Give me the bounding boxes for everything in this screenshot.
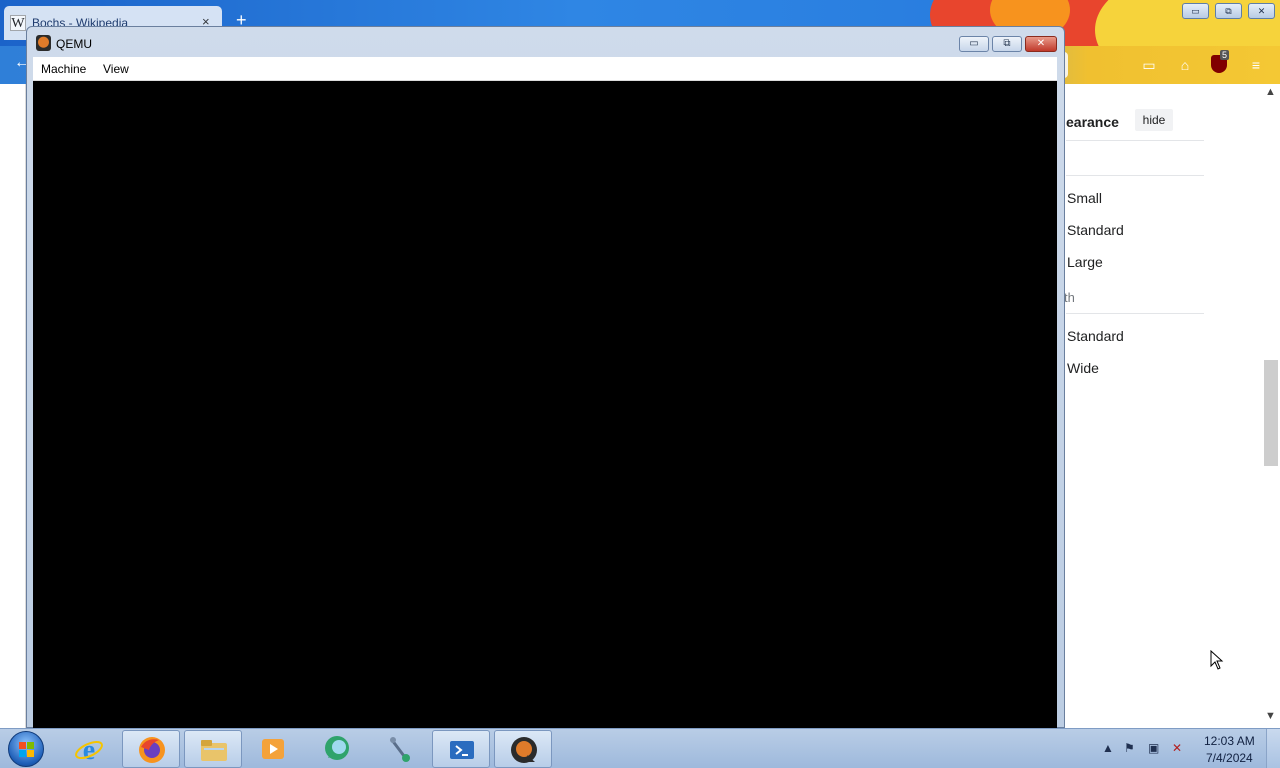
hide-appearance-button[interactable]: hide bbox=[1135, 109, 1173, 131]
qemu-window: QEMU ▭ ⧉ ✕ Machine View bbox=[26, 26, 1065, 729]
divider bbox=[1066, 140, 1204, 141]
qemu-close-button[interactable]: ✕ bbox=[1025, 36, 1057, 52]
qemu-window-title: QEMU bbox=[56, 37, 92, 51]
taskbar-item-media-player[interactable] bbox=[244, 730, 302, 768]
qemu-title-bar[interactable]: QEMU ▭ ⧉ ✕ bbox=[27, 27, 1064, 59]
text-size-option-large[interactable]: Large bbox=[1067, 254, 1103, 270]
internet-explorer-icon: e bbox=[75, 735, 103, 764]
qemu-restore-button[interactable]: ⧉ bbox=[992, 36, 1022, 52]
menu-machine[interactable]: Machine bbox=[41, 62, 86, 76]
clock-date[interactable]: 7/4/2024 bbox=[1206, 751, 1253, 765]
show-desktop-button[interactable] bbox=[1266, 729, 1280, 768]
qemu-icon bbox=[511, 737, 537, 763]
svg-text:e: e bbox=[83, 735, 95, 764]
chat-bubble-icon bbox=[325, 736, 349, 760]
taskbar-item-internet-explorer[interactable]: e bbox=[60, 730, 118, 768]
qemu-app-icon bbox=[36, 35, 51, 51]
ublock-badge: 5 bbox=[1220, 50, 1230, 60]
text-size-option-small[interactable]: Small bbox=[1067, 190, 1102, 206]
firefox-close-button[interactable]: ✕ bbox=[1248, 3, 1275, 19]
width-option-standard[interactable]: Standard bbox=[1067, 328, 1124, 344]
qemu-menu-bar: Machine View bbox=[33, 57, 1057, 81]
taskbar-item-chat-app[interactable] bbox=[308, 730, 366, 768]
firefox-restore-button[interactable]: ⧉ bbox=[1215, 3, 1242, 19]
qemu-display[interactable] bbox=[33, 81, 1057, 729]
mouse-cursor-icon bbox=[1210, 650, 1224, 670]
windows-logo-icon bbox=[19, 742, 35, 758]
taskbar: e ▲ ⚑ ▣ ✕ 12:03 AM 7/4/2024 bbox=[0, 728, 1280, 768]
appearance-heading: earance bbox=[1066, 114, 1119, 130]
divider bbox=[1066, 313, 1204, 314]
width-section-label: th bbox=[1064, 290, 1075, 305]
wikipedia-icon: W bbox=[10, 15, 26, 31]
divider bbox=[1066, 175, 1204, 176]
extensions-icon[interactable]: ⌂ bbox=[1176, 56, 1194, 74]
clock-time[interactable]: 12:03 AM bbox=[1204, 734, 1255, 748]
powershell-icon bbox=[450, 741, 474, 759]
network-tool-icon bbox=[390, 737, 410, 762]
media-player-icon bbox=[262, 739, 284, 759]
reader-view-icon[interactable]: ▭ bbox=[1140, 56, 1158, 74]
hamburger-menu-icon[interactable]: ≡ bbox=[1247, 56, 1265, 74]
taskbar-item-powershell[interactable] bbox=[432, 730, 490, 768]
firefox-minimize-button[interactable]: ▭ bbox=[1182, 3, 1209, 19]
qemu-minimize-button[interactable]: ▭ bbox=[959, 36, 989, 52]
network-icon[interactable]: ▣ bbox=[1148, 741, 1159, 755]
scrollbar-thumb[interactable] bbox=[1264, 360, 1278, 466]
taskbar-item-file-explorer[interactable] bbox=[184, 730, 242, 768]
firefox-icon bbox=[139, 737, 165, 763]
scroll-up-arrow-icon[interactable]: ▲ bbox=[1265, 86, 1276, 98]
scroll-down-arrow-icon[interactable]: ▼ bbox=[1265, 710, 1276, 722]
action-center-flag-icon[interactable]: ⚑ bbox=[1124, 741, 1135, 755]
text-size-option-standard[interactable]: Standard bbox=[1067, 222, 1124, 238]
taskbar-item-firefox[interactable] bbox=[122, 730, 180, 768]
taskbar-item-network-tool[interactable] bbox=[372, 730, 430, 768]
width-option-wide[interactable]: Wide bbox=[1067, 360, 1099, 376]
folder-icon bbox=[201, 740, 227, 761]
show-hidden-icons-icon[interactable]: ▲ bbox=[1102, 741, 1114, 755]
volume-muted-icon[interactable]: ✕ bbox=[1172, 741, 1182, 755]
start-button[interactable] bbox=[8, 731, 44, 767]
menu-view[interactable]: View bbox=[103, 62, 129, 76]
taskbar-item-qemu[interactable] bbox=[494, 730, 552, 768]
